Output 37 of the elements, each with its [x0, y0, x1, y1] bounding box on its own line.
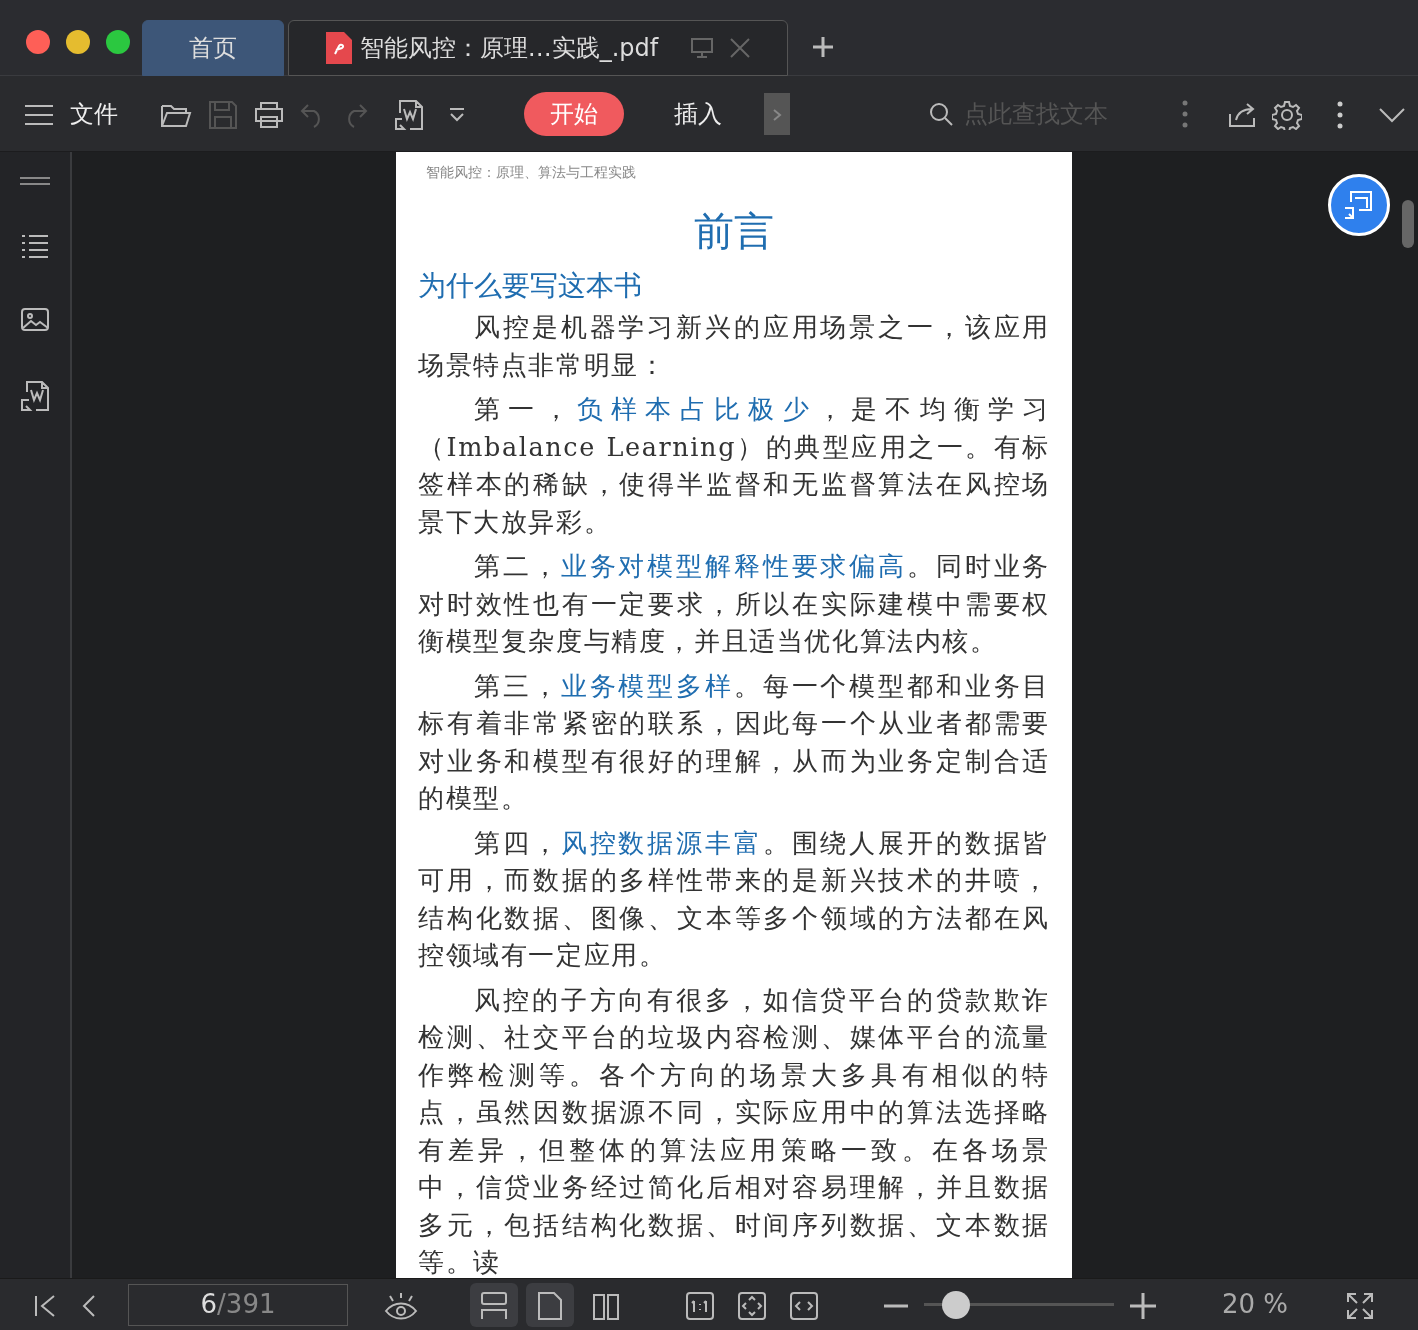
thumbnail-panel-icon[interactable]	[19, 176, 51, 186]
close-tab-icon[interactable]	[730, 38, 751, 58]
minimize-window-button[interactable]	[66, 30, 90, 54]
paragraph: 第二，业务对模型解释性要求偏高。同时业务对时效性也有一定要求，所以在实际建模中需要权衡模型复杂度与精度，并且适当优化算法内核。	[418, 550, 1050, 658]
zoom-window-button[interactable]	[106, 30, 130, 54]
paragraph: 第一，负样本占比极少，是不均衡学习（Imbalance Learning）的典型应用之一。有标签样本的稀缺，使得半监督和无监督算法在风控场景下大放异彩。	[418, 393, 1050, 539]
ribbon-tab[interactable]: 插入	[648, 91, 748, 136]
paragraph: 第四，风控数据源丰富。围绕人展开的数据皆可用，而数据的多样性带来的是新兴技术的井喷，结构化数据、图像、文本等多个领域的方法都在风控领域有一定应用。	[418, 826, 1050, 972]
single-view-button[interactable]	[526, 1282, 574, 1327]
paragraph: 第三，业务模型多样。每一个模型都和业务目标有着非常紧密的联系，因此每一个从业者都需要对业务和模型有很好的理解，从而为业务定制合适的模型。	[418, 669, 1050, 815]
pdf-file-icon	[325, 32, 352, 64]
single-view-icon	[536, 1290, 564, 1321]
image-icon[interactable]	[21, 306, 49, 332]
tab[interactable]: 智能风控：原理…实践_.pdf	[288, 20, 788, 76]
close-window-button[interactable]	[26, 30, 50, 54]
scroll-tabs-button[interactable]	[764, 92, 790, 135]
chapter-title: 前言	[693, 207, 775, 256]
scrollbar-thumb[interactable]	[1402, 200, 1414, 248]
paragraph: 风控是机器学习新兴的应用场景之一，该应用场景特点非常明显：	[418, 311, 1050, 382]
chevron-right-icon	[772, 107, 782, 122]
more-options-icon[interactable]	[1182, 99, 1188, 128]
monitor-icon[interactable]	[690, 37, 715, 59]
convert-icon	[1343, 190, 1375, 220]
tab[interactable]: 首页	[142, 20, 284, 76]
section-heading: 为什么要写这本书	[418, 268, 643, 304]
zoom-percentage: 20 %	[1222, 1288, 1289, 1321]
page-number-field[interactable]: 6/391	[128, 1283, 348, 1326]
continuous-view-button[interactable]	[470, 1282, 518, 1327]
continuous-view-icon	[480, 1290, 508, 1321]
search-icon	[928, 100, 954, 127]
zoom-slider-thumb[interactable]	[942, 1290, 971, 1319]
paragraph: 风控的子方向有很多，如信贷平台的贷款欺诈检测、社交平台的垃圾内容检测、媒体平台的流量作弊检测等。各个方向的场景大多具有相似的特点，虽然因数据源不同，实际应用中的算法选择略有差异，但整体的算法应用策略一致。在各场景中，信贷业务经过简化后相对容易理解，并且数据多元，包括结构化数据、时间序列数据、文本数据等。读	[418, 983, 1050, 1278]
running-header: 智能风控：原理、算法与工程实践	[425, 163, 637, 182]
convert-icon[interactable]	[20, 380, 50, 412]
file-menu[interactable]: 文件	[70, 95, 118, 132]
new-tab-button[interactable]	[812, 34, 834, 58]
outline-icon[interactable]	[21, 234, 49, 258]
